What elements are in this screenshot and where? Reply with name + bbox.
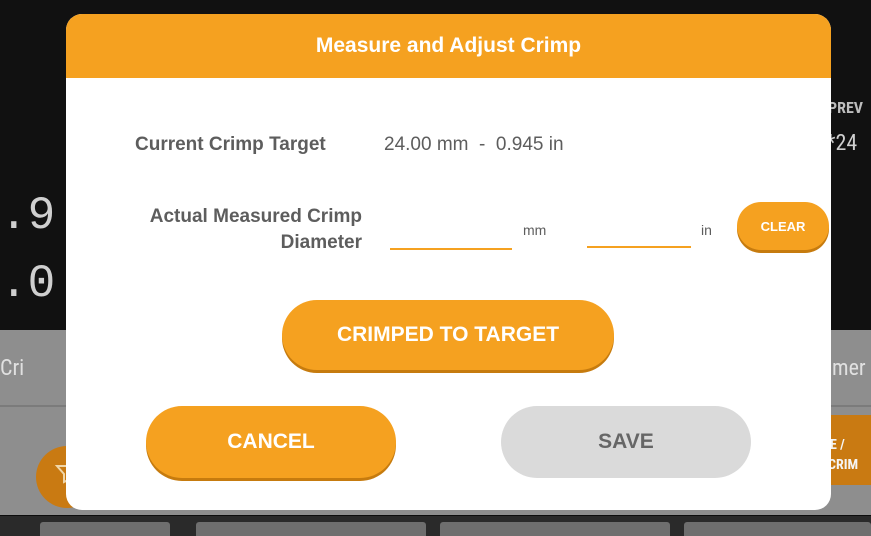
measured-mm-input[interactable] (390, 222, 512, 250)
background-prev-label: PREV (828, 98, 864, 117)
background-value-2: .0 (0, 258, 56, 310)
background-right-button-line2: CRIM (828, 457, 859, 473)
crimped-to-target-button[interactable]: CRIMPED TO TARGET (282, 300, 614, 370)
background-tab (440, 522, 670, 536)
measure-crimp-dialog: Measure and Adjust Crimp Current Crimp T… (66, 14, 831, 510)
dialog-title: Measure and Adjust Crimp (315, 34, 582, 57)
measured-in-input[interactable] (587, 220, 691, 248)
current-target-value: 24.00 mm - 0.945 in (384, 134, 564, 155)
current-target-label: Current Crimp Target (135, 134, 326, 155)
background-right-button-line1: E / (830, 437, 845, 453)
background-value-1: .9 (0, 190, 56, 242)
background-tab (40, 522, 170, 536)
measured-diameter-label-line2: Diameter (280, 232, 362, 253)
mm-unit-label: mm (523, 222, 547, 238)
dialog-header: Measure and Adjust Crimp (66, 14, 831, 78)
background-tab (684, 522, 871, 536)
background-left-text: Cri (0, 356, 25, 381)
background-tab (196, 522, 426, 536)
save-button[interactable]: SAVE (501, 406, 751, 478)
cancel-button[interactable]: CANCEL (146, 406, 396, 478)
measured-diameter-label-line1: Actual Measured Crimp (149, 206, 362, 227)
in-unit-label: in (701, 222, 712, 238)
background-right-text: mer (832, 356, 866, 381)
clear-button[interactable]: CLEAR (737, 202, 829, 250)
